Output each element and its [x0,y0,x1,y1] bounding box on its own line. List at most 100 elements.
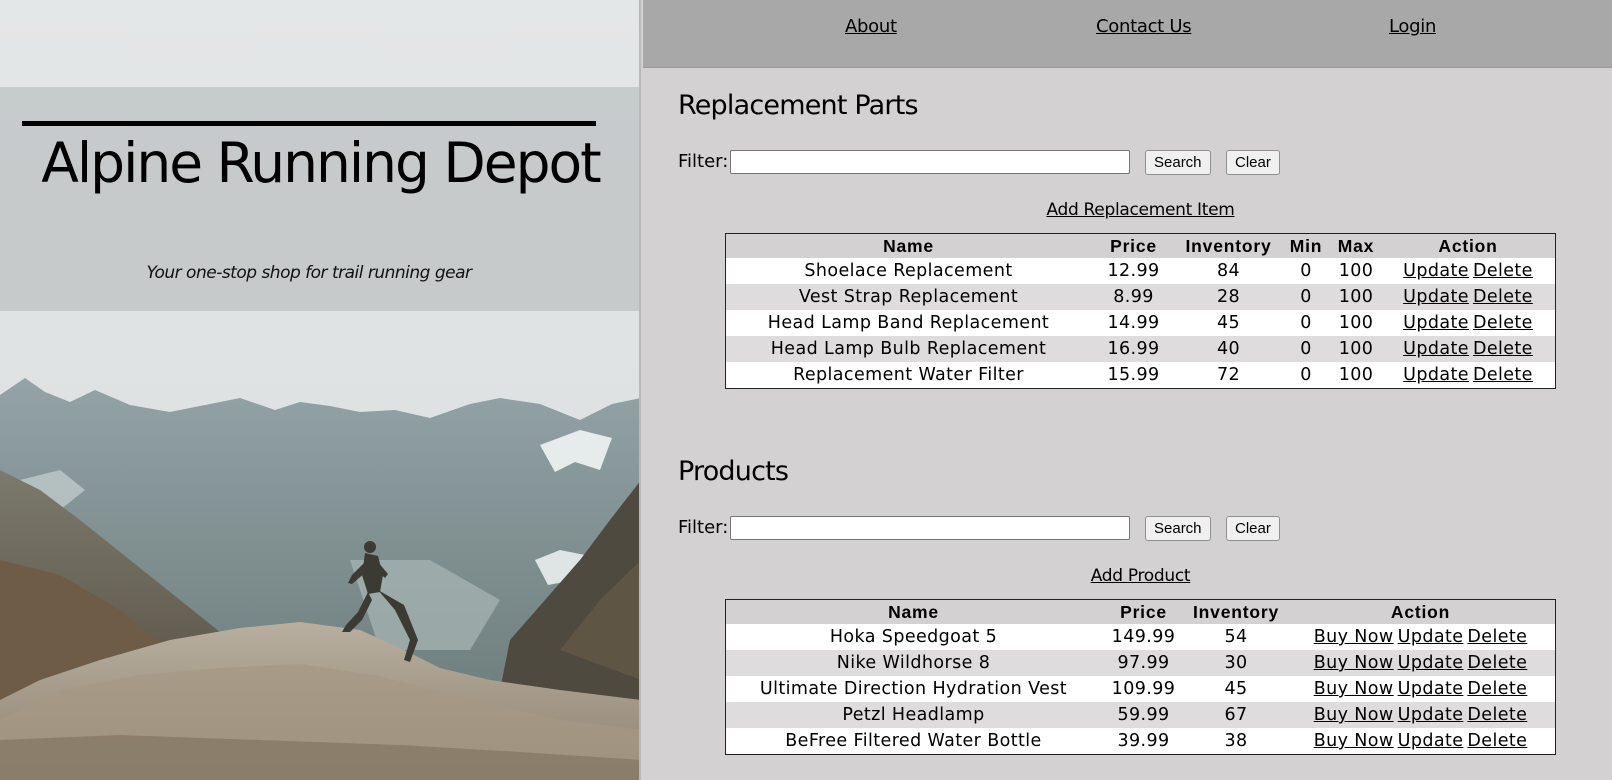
part-inventory: 84 [1176,258,1281,284]
products-section-title: Products [678,456,789,487]
product-name: Ultimate Direction Hydration Vest [726,676,1101,702]
product-inventory: 67 [1186,702,1286,728]
delete-link[interactable]: Delete [1473,261,1533,281]
products-table-header: Name Price Inventory Action [726,600,1555,624]
buy-now-link[interactable]: Buy Now [1314,679,1394,699]
update-link[interactable]: Update [1398,705,1464,725]
part-max: 100 [1331,310,1381,336]
column-header-max: Max [1331,234,1381,258]
table-row: Shoelace Replacement 12.99 84 0 100 Upda… [726,258,1555,284]
product-actions: Buy Now Update Delete [1286,650,1555,676]
buy-now-link[interactable]: Buy Now [1314,627,1394,647]
product-inventory: 54 [1186,624,1286,650]
part-min: 0 [1281,336,1331,362]
product-name: BeFree Filtered Water Bottle [726,728,1101,754]
product-name: Nike Wildhorse 8 [726,650,1101,676]
add-product-link[interactable]: Add Product [643,566,1612,586]
table-row: BeFree Filtered Water Bottle 39.99 38 Bu… [726,728,1555,754]
part-inventory: 72 [1176,362,1281,388]
part-actions: Update Delete [1381,258,1555,284]
nav-about-link[interactable]: About [845,16,897,37]
delete-link[interactable]: Delete [1473,287,1533,307]
update-link[interactable]: Update [1403,261,1469,281]
parts-search-button[interactable]: Search [1145,150,1211,175]
product-inventory: 30 [1186,650,1286,676]
delete-link[interactable]: Delete [1467,705,1527,725]
part-min: 0 [1281,362,1331,388]
product-actions: Buy Now Update Delete [1286,702,1555,728]
part-max: 100 [1331,258,1381,284]
part-min: 0 [1281,310,1331,336]
buy-now-link[interactable]: Buy Now [1314,731,1394,751]
nav-contact-link[interactable]: Contact Us [1096,16,1192,37]
update-link[interactable]: Update [1398,731,1464,751]
column-header-min: Min [1281,234,1331,258]
table-row: Vest Strap Replacement 8.99 28 0 100 Upd… [726,284,1555,310]
products-table: Name Price Inventory Action Hoka Speedgo… [725,599,1556,755]
product-price: 109.99 [1101,676,1186,702]
parts-table: Name Price Inventory Min Max Action Shoe… [725,233,1556,389]
product-price: 97.99 [1101,650,1186,676]
part-price: 12.99 [1091,258,1176,284]
update-link[interactable]: Update [1398,627,1464,647]
column-header-action: Action [1286,600,1555,624]
parts-clear-button[interactable]: Clear [1226,150,1280,175]
buy-now-link[interactable]: Buy Now [1314,705,1394,725]
add-replacement-item-link[interactable]: Add Replacement Item [643,200,1612,220]
parts-table-header: Name Price Inventory Min Max Action [726,234,1555,258]
table-row: Head Lamp Band Replacement 14.99 45 0 10… [726,310,1555,336]
part-max: 100 [1331,284,1381,310]
delete-link[interactable]: Delete [1467,679,1527,699]
part-name: Shoelace Replacement [726,258,1091,284]
update-link[interactable]: Update [1403,339,1469,359]
parts-section-title: Replacement Parts [678,90,919,121]
part-actions: Update Delete [1381,336,1555,362]
column-header-price: Price [1091,234,1176,258]
delete-link[interactable]: Delete [1473,339,1533,359]
hero-panel: Alpine Running Depot Your one-stop shop … [0,0,641,780]
product-inventory: 38 [1186,728,1286,754]
nav-login-link[interactable]: Login [1389,16,1436,37]
buy-now-link[interactable]: Buy Now [1314,653,1394,673]
part-max: 100 [1331,336,1381,362]
product-actions: Buy Now Update Delete [1286,728,1555,754]
update-link[interactable]: Update [1398,653,1464,673]
part-actions: Update Delete [1381,310,1555,336]
table-row: Hoka Speedgoat 5 149.99 54 Buy Now Update… [726,624,1555,650]
delete-link[interactable]: Delete [1467,627,1527,647]
parts-filter-input[interactable] [730,150,1130,174]
update-link[interactable]: Update [1403,313,1469,333]
part-name: Head Lamp Bulb Replacement [726,336,1091,362]
site-title: Alpine Running Depot [41,131,601,195]
update-link[interactable]: Update [1403,287,1469,307]
column-header-price: Price [1101,600,1186,624]
part-actions: Update Delete [1381,284,1555,310]
product-inventory: 45 [1186,676,1286,702]
update-link[interactable]: Update [1398,679,1464,699]
delete-link[interactable]: Delete [1467,653,1527,673]
products-clear-button[interactable]: Clear [1226,516,1280,541]
site-tagline: Your one-stop shop for trail running gea… [146,263,472,283]
product-actions: Buy Now Update Delete [1286,624,1555,650]
part-inventory: 45 [1176,310,1281,336]
update-link[interactable]: Update [1403,365,1469,385]
products-search-button[interactable]: Search [1145,516,1211,541]
product-price: 39.99 [1101,728,1186,754]
table-row: Petzl Headlamp 59.99 67 Buy Now Update Del… [726,702,1555,728]
part-max: 100 [1331,362,1381,388]
part-price: 8.99 [1091,284,1176,310]
top-nav: About Contact Us Login [643,0,1612,68]
part-actions: Update Delete [1381,362,1555,388]
product-price: 59.99 [1101,702,1186,728]
delete-link[interactable]: Delete [1467,731,1527,751]
product-name: Petzl Headlamp [726,702,1101,728]
column-header-inventory: Inventory [1176,234,1281,258]
delete-link[interactable]: Delete [1473,365,1533,385]
product-name: Hoka Speedgoat 5 [726,624,1101,650]
delete-link[interactable]: Delete [1473,313,1533,333]
products-filter-input[interactable] [730,516,1130,540]
part-price: 14.99 [1091,310,1176,336]
part-inventory: 40 [1176,336,1281,362]
part-name: Replacement Water Filter [726,362,1091,388]
column-header-name: Name [726,234,1091,258]
